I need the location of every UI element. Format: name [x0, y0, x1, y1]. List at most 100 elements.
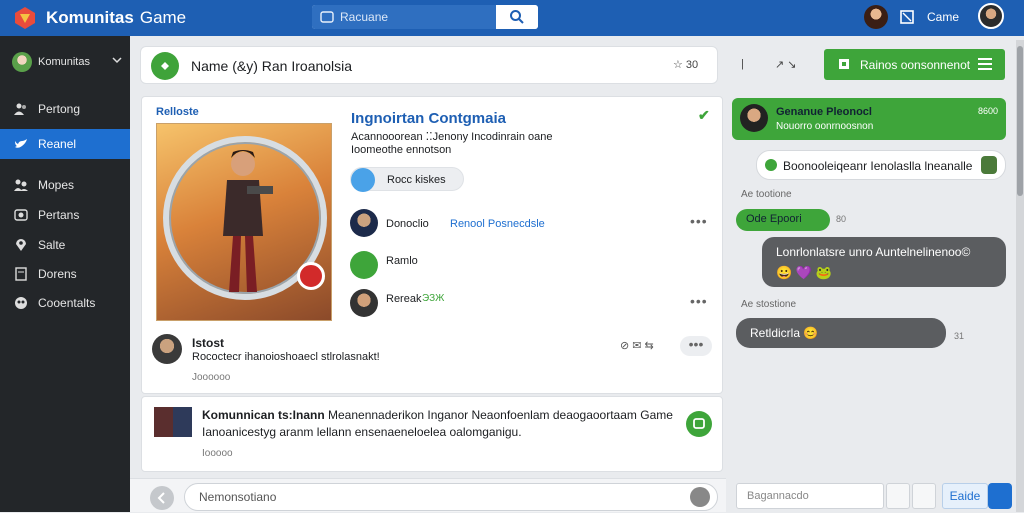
sidebar-item-salte[interactable]: Salte — [0, 230, 130, 260]
sidebar-item-cooentalts[interactable]: Cooentalts — [0, 288, 130, 318]
chat-time: 8600 — [978, 106, 999, 116]
chevron-down-icon[interactable] — [112, 55, 122, 65]
pill-label: Rocc kiskes — [387, 174, 446, 186]
character-illustration — [223, 150, 273, 292]
sidebar: Komunitas Pertong Reanel Mopes Pertans S… — [0, 36, 130, 512]
check-icon: ✔ — [698, 107, 710, 123]
app-title[interactable]: Komunitas Game — [46, 8, 186, 28]
post-card: Komunnican ts:Inann Meanennaderikon Inga… — [141, 396, 723, 472]
scrollbar[interactable] — [1016, 40, 1024, 512]
user-avatar[interactable] — [864, 5, 888, 29]
sidebar-item-pertans[interactable]: Pertans — [0, 200, 130, 230]
chat-bubble: Ode Epoori — [736, 209, 830, 231]
search-input[interactable] — [312, 5, 496, 29]
chat-header[interactable]: Genanue Pleonocl Nouorro oonrnoosnon 860… — [732, 98, 1006, 140]
search-button[interactable] — [496, 5, 538, 29]
friends-icon — [14, 296, 28, 310]
chat-bubble-text: Ode Epoori — [746, 213, 802, 225]
reaction-icon[interactable] — [981, 156, 997, 174]
app-logo-icon[interactable] — [12, 5, 38, 31]
member-name: Rereak — [386, 293, 422, 305]
member-avatar — [350, 209, 378, 237]
comment-author[interactable]: Istost — [192, 336, 224, 350]
comment-text: Rococtecr ihanoioshoaecl stlrolasnakt! — [192, 351, 380, 363]
send-icon[interactable] — [988, 483, 1012, 509]
hero-badge-icon[interactable] — [297, 262, 325, 290]
member-name: Ramlo — [386, 255, 418, 267]
online-dot-icon — [765, 159, 777, 171]
attach-icon[interactable] — [886, 483, 910, 509]
group-badge-icon[interactable] — [151, 52, 179, 80]
sidebar-user-name: Komunitas — [38, 56, 90, 68]
bird-icon — [14, 137, 28, 151]
chat-input[interactable] — [736, 483, 884, 509]
group-header: Name (&y) Ran Iroanolsia ☆ 30 | ↗ ↘ — [140, 46, 797, 84]
chat-bubble: Lonrlonlatsre unro Auntelnelinenoo© 😀 💜 … — [762, 237, 1006, 287]
group-icon — [14, 178, 28, 192]
member-row[interactable]: Donoclio Renool Posnecdsle ••• — [350, 209, 710, 239]
more-options-icon[interactable]: ••• — [690, 213, 708, 229]
member-row[interactable]: Ramlo — [350, 251, 710, 281]
sidebar-item-label: Salte — [38, 238, 66, 252]
sidebar-item-label: Dorens — [38, 267, 77, 281]
flag-icon[interactable] — [899, 9, 915, 25]
member-row[interactable]: Rereak ЭЗЖ ••• — [350, 289, 710, 319]
action-button[interactable]: Rainos oonsonnenot — [824, 49, 1005, 80]
chat-button-icon[interactable] — [686, 411, 712, 437]
post-subtitle: Acannooorean ⁚⁚Jenony Incodinrain oane I… — [351, 131, 552, 157]
comment: Istost Rococtecr ihanoioshoaecl stlrolas… — [152, 334, 712, 386]
scrollbar-thumb[interactable] — [1017, 46, 1023, 196]
profile-avatar[interactable] — [978, 3, 1004, 29]
top-nav-label[interactable]: Came — [927, 10, 959, 24]
post-pill-button[interactable]: Rocc kiskes — [350, 167, 464, 192]
app-title-text: Komunitas — [46, 8, 134, 27]
sidebar-item-label: Pertong — [38, 102, 81, 116]
chat-bubble-text: Retldicrla 😊 — [750, 326, 819, 340]
chat-composer: Eaide — [736, 483, 1016, 509]
more-options-icon[interactable]: ••• — [680, 336, 712, 356]
sidebar-item-pertong[interactable]: Pertong — [0, 94, 130, 124]
sidebar-item-dorens[interactable]: Dorens — [0, 259, 130, 289]
composer — [130, 478, 726, 512]
member-status: Renool Posnecdsle — [450, 218, 545, 230]
menu-icon[interactable] — [978, 58, 992, 70]
chat-send-label-button[interactable]: Eaide — [942, 483, 988, 509]
expand-icon[interactable]: ↗ ↘ — [775, 58, 797, 71]
post-input[interactable] — [184, 483, 718, 511]
sidebar-item-label: Cooentalts — [38, 296, 96, 310]
image-icon[interactable] — [912, 483, 936, 509]
post-subtitle-line-2: Ioomeothe ennotson — [351, 144, 452, 156]
sidebar-item-label: Reanel — [38, 137, 77, 151]
post-author[interactable]: Komunnican ts:Inann — [202, 408, 325, 422]
post-thumbnail[interactable] — [154, 407, 192, 437]
share-icon[interactable]: ☆ 30 — [673, 58, 698, 71]
post-hero-image[interactable] — [156, 123, 332, 321]
people-icon — [14, 102, 28, 116]
sidebar-avatar — [12, 52, 32, 72]
document-icon — [14, 267, 28, 281]
chat-bubble-text: Boonooleiqeanr Ienolaslla lneanalle — [783, 159, 973, 173]
chat-section-label: Ae stostione — [741, 299, 797, 310]
back-button[interactable] — [150, 486, 174, 510]
app-subtitle: Game — [139, 8, 187, 27]
member-avatar — [350, 289, 378, 317]
sidebar-item-label: Mopes — [38, 178, 75, 192]
chat-panel: Genanue Pleonocl Nouorro oonrnoosnon 860… — [726, 88, 1014, 476]
group-title: Name (&y) Ran Iroanolsia — [191, 58, 353, 74]
action-button-label: Rainos oonsonnenot — [860, 58, 971, 72]
chat-bubble: Boonooleiqeanr Ienolaslla lneanalle — [756, 150, 1006, 180]
chat-avatar — [740, 104, 768, 132]
emoji-icon[interactable] — [690, 487, 710, 507]
sidebar-item-mopes[interactable]: Mopes — [0, 170, 130, 200]
comment-actions-icon[interactable]: ⊘ ✉ ⇆ — [620, 339, 654, 352]
more-options-icon[interactable]: ••• — [690, 293, 708, 309]
sidebar-item-reanel[interactable]: Reanel — [0, 129, 130, 159]
comment-avatar[interactable] — [152, 334, 182, 364]
post-title: Ingnoirtan Contgmaia — [351, 110, 506, 127]
member-avatar — [350, 251, 378, 279]
photo-icon — [14, 208, 28, 222]
sidebar-user[interactable]: Komunitas — [0, 48, 130, 78]
chat-bubble-text: Lonrlonlatsre unro Auntelnelinenoo© — [776, 245, 971, 259]
chat-section-label: Ae tootione — [741, 189, 792, 200]
chat-bubble-time: 31 — [954, 331, 965, 341]
